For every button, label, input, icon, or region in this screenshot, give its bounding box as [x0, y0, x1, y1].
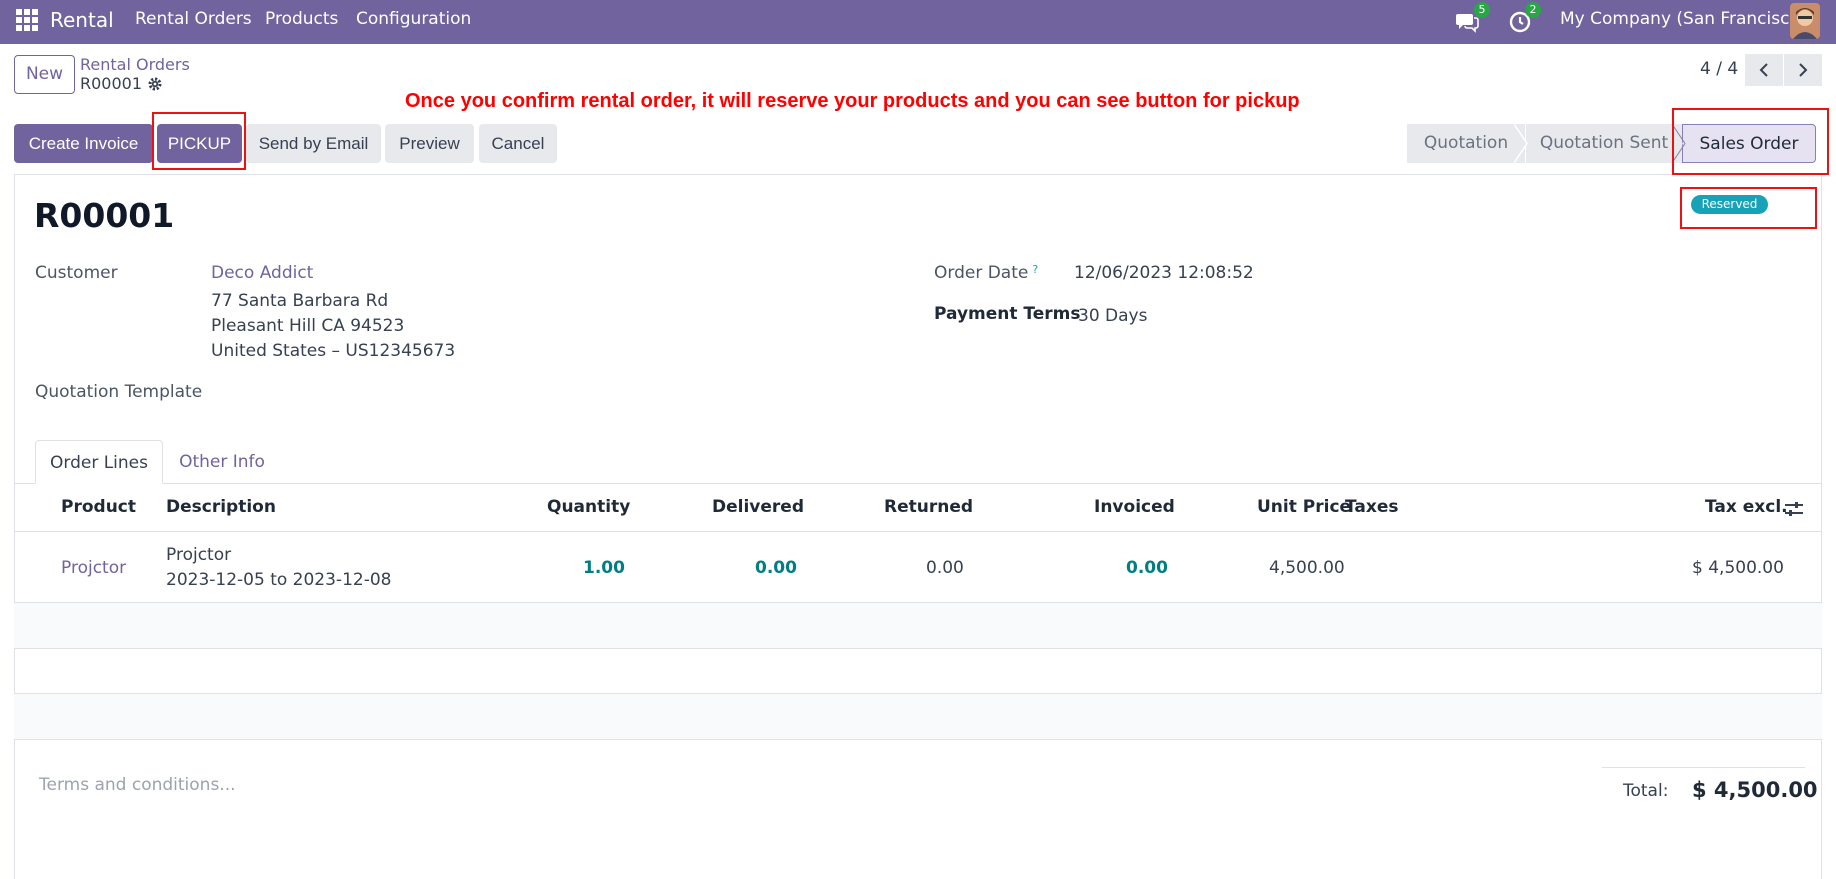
- terms-and-conditions-field[interactable]: Terms and conditions...: [39, 775, 236, 795]
- preview-button[interactable]: Preview: [385, 124, 474, 163]
- breadcrumb-rental-orders[interactable]: Rental Orders: [80, 55, 190, 74]
- pager-next-button[interactable]: [1784, 54, 1822, 86]
- help-tooltip-icon[interactable]: ?: [1032, 263, 1038, 276]
- status-arrow-divider: [1670, 124, 1686, 163]
- user-avatar[interactable]: [1790, 3, 1820, 39]
- status-quotation[interactable]: Quotation: [1407, 124, 1525, 163]
- top-navbar: Rental Rental Orders Products Configurat…: [0, 0, 1836, 44]
- table-row-divider: [14, 648, 1822, 649]
- tabs-divider: [14, 483, 1822, 484]
- create-invoice-button[interactable]: Create Invoice: [14, 124, 153, 163]
- status-sales-order[interactable]: Sales Order: [1682, 124, 1816, 163]
- order-date-label: Order Date?: [934, 263, 1038, 283]
- empty-table-row: [14, 603, 1822, 648]
- status-arrow-divider: [1514, 124, 1528, 163]
- menu-configuration[interactable]: Configuration: [356, 9, 471, 29]
- column-header-quantity[interactable]: Quantity: [547, 497, 630, 517]
- column-header-returned[interactable]: Returned: [884, 497, 973, 517]
- instruction-annotation: Once you confirm rental order, it will r…: [405, 90, 1300, 112]
- line-description-dates[interactable]: 2023-12-05 to 2023-12-08: [166, 570, 391, 590]
- total-amount: $ 4,500.00: [1692, 778, 1818, 802]
- line-product-link[interactable]: Projctor: [61, 558, 126, 578]
- status-quotation-sent[interactable]: Quotation Sent: [1526, 124, 1682, 163]
- customer-address-line3: United States – US12345673: [211, 341, 456, 361]
- column-header-product[interactable]: Product: [61, 497, 136, 517]
- pager-value[interactable]: 4 / 4: [1700, 59, 1738, 79]
- apps-menu-icon[interactable]: [16, 9, 38, 31]
- tab-order-lines[interactable]: Order Lines: [35, 440, 163, 484]
- table-header-divider: [14, 531, 1822, 532]
- column-header-description[interactable]: Description: [166, 497, 276, 517]
- tab-other-info[interactable]: Other Info: [163, 440, 281, 484]
- column-header-tax-excl[interactable]: Tax excl.: [1705, 497, 1788, 517]
- record-title: R00001: [34, 196, 175, 235]
- quotation-template-label: Quotation Template: [35, 382, 203, 402]
- column-header-invoiced[interactable]: Invoiced: [1094, 497, 1175, 517]
- customer-name-link[interactable]: Deco Addict: [211, 263, 313, 283]
- payment-terms-value[interactable]: 30 Days: [1078, 306, 1147, 326]
- menu-products[interactable]: Products: [265, 9, 338, 29]
- new-button[interactable]: New: [14, 55, 75, 94]
- line-delivered[interactable]: 0.00: [755, 558, 797, 578]
- send-by-email-button[interactable]: Send by Email: [246, 124, 381, 163]
- line-tax-excl: $ 4,500.00: [1692, 558, 1784, 578]
- customer-address-line2: Pleasant Hill CA 94523: [211, 316, 405, 336]
- cancel-button[interactable]: Cancel: [479, 124, 557, 163]
- column-header-taxes[interactable]: Taxes: [1345, 497, 1399, 517]
- empty-table-row: [14, 694, 1822, 739]
- payment-terms-label: Payment Terms: [934, 304, 1081, 324]
- activities-count-badge: 2: [1525, 2, 1541, 18]
- line-quantity[interactable]: 1.00: [583, 558, 625, 578]
- chevron-left-icon: [1759, 63, 1768, 77]
- menu-rental-orders[interactable]: Rental Orders: [135, 9, 252, 29]
- order-date-label-text: Order Date: [934, 263, 1029, 283]
- company-switcher[interactable]: My Company (San Francisco): [1560, 9, 1806, 29]
- pickup-button[interactable]: PICKUP: [157, 124, 242, 163]
- breadcrumb-current-record: R00001: [80, 74, 143, 93]
- total-divider: [1602, 767, 1805, 768]
- line-description-name[interactable]: Projctor: [166, 545, 231, 565]
- table-row-divider: [14, 739, 1822, 740]
- customer-address-line1: 77 Santa Barbara Rd: [211, 291, 389, 311]
- column-header-unit-price[interactable]: Unit Price: [1257, 497, 1351, 517]
- total-label: Total:: [1623, 781, 1669, 801]
- pager-previous-button[interactable]: [1745, 54, 1783, 86]
- line-returned: 0.00: [926, 558, 964, 578]
- gear-icon[interactable]: [147, 76, 163, 92]
- line-unit-price[interactable]: 4,500.00: [1269, 558, 1345, 578]
- reserved-status-badge: Reserved: [1691, 195, 1768, 214]
- column-header-delivered[interactable]: Delivered: [712, 497, 804, 517]
- order-date-value[interactable]: 12/06/2023 12:08:52: [1074, 263, 1254, 283]
- messages-count-badge: 5: [1474, 2, 1490, 18]
- line-invoiced[interactable]: 0.00: [1126, 558, 1168, 578]
- app-brand[interactable]: Rental: [50, 8, 114, 32]
- chevron-right-icon: [1799, 63, 1808, 77]
- optional-columns-icon[interactable]: [1784, 500, 1804, 518]
- customer-label: Customer: [35, 263, 118, 283]
